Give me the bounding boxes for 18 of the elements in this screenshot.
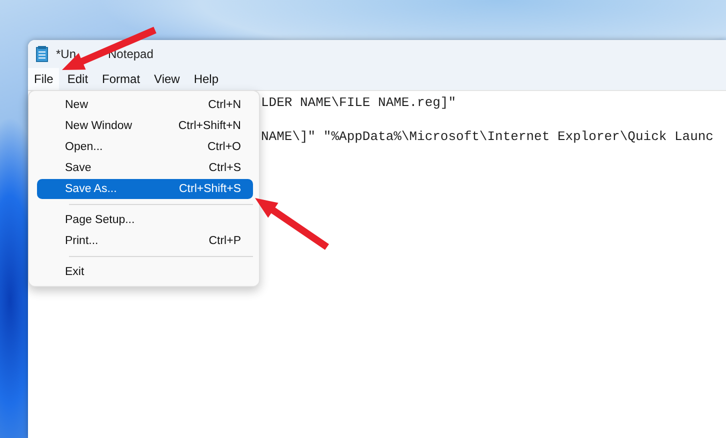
menu-bar-item[interactable]: Format	[96, 68, 146, 90]
menu-item[interactable]: Open... Ctrl+O	[37, 137, 253, 157]
window-title: *Un	[56, 47, 76, 61]
menu-item[interactable]: New Ctrl+N	[37, 95, 253, 115]
menu-item[interactable]: New Window Ctrl+Shift+N	[37, 116, 253, 136]
menu-bar-item[interactable]: View	[148, 68, 186, 90]
menu-item[interactable]: Page Setup...	[37, 210, 253, 230]
menu-bar-item[interactable]: Help	[188, 68, 225, 90]
window-title: Notepad	[108, 47, 154, 61]
menu-bar-item[interactable]: Edit	[61, 68, 94, 90]
menu-bar-item[interactable]: File	[28, 68, 60, 90]
editor-text-line: LDER NAME\FILE NAME.reg]"	[261, 95, 456, 110]
menu-item[interactable]: Print... Ctrl+P	[37, 231, 253, 251]
menu-item[interactable]: Save As... Ctrl+Shift+S	[37, 179, 253, 199]
editor-text-line: NAME\]" "%AppData%\Microsoft\Internet Explorer\Quick Launc	[261, 129, 714, 144]
notepad-icon	[36, 46, 48, 62]
menu-item[interactable]: Exit	[37, 262, 253, 282]
menu-item[interactable]: Save Ctrl+S	[37, 158, 253, 178]
